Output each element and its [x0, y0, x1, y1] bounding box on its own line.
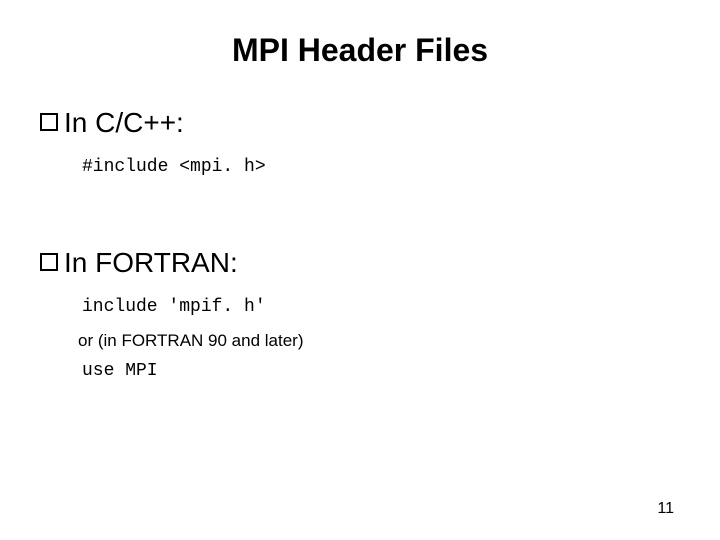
- section-c: In C/C++: #include <mpi. h>: [40, 107, 680, 177]
- page-number: 11: [657, 500, 674, 518]
- slide-container: MPI Header Files In C/C++: #include <mpi…: [0, 0, 720, 540]
- bullet-c: In C/C++:: [40, 107, 680, 139]
- bullet-c-heading: In C/C++:: [64, 107, 184, 139]
- fortran-note: or (in FORTRAN 90 and later): [78, 331, 680, 351]
- slide-title: MPI Header Files: [40, 32, 680, 69]
- bullet-fortran-heading: In FORTRAN:: [64, 247, 238, 279]
- square-bullet-icon: [40, 113, 58, 131]
- code-c-include: #include <mpi. h>: [82, 157, 680, 177]
- code-fortran-use: use MPI: [82, 361, 680, 381]
- bullet-fortran: In FORTRAN:: [40, 247, 680, 279]
- code-fortran-include: include 'mpif. h': [82, 297, 680, 317]
- section-fortran: In FORTRAN: include 'mpif. h' or (in FOR…: [40, 247, 680, 381]
- square-bullet-icon: [40, 253, 58, 271]
